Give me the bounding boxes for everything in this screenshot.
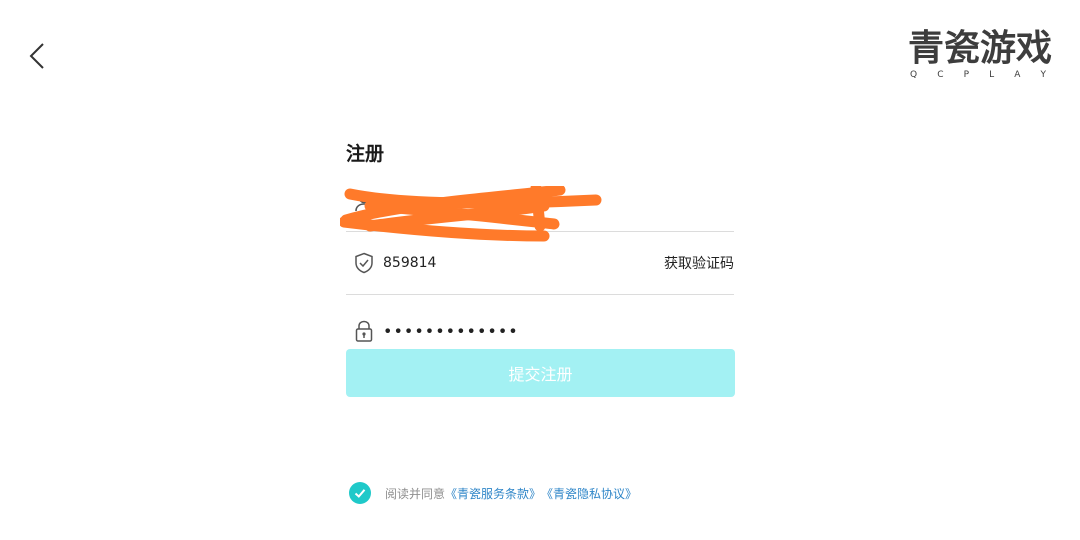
agreement-row: 阅读并同意 《青瓷服务条款》 《青瓷隐私协议》 [349,482,637,504]
logo-letter: L [989,70,997,80]
shield-check-icon [354,252,374,274]
terms-link[interactable]: 《青瓷服务条款》 [445,485,541,502]
check-icon [354,489,366,498]
page-title: 注册 [346,143,385,165]
logo-letter: A [1014,70,1023,80]
register-form: 注册 859814 获取验证码 ••••••••••••• 提交注册 [340,136,735,397]
logo-text: 青瓷游戏 [908,28,1053,69]
verification-code-value[interactable]: 859814 [383,255,436,271]
get-code-button[interactable]: 获取验证码 [664,253,734,273]
password-value[interactable]: ••••••••••••• [383,322,519,341]
back-button[interactable] [22,38,54,74]
logo-letter: C [937,70,946,80]
username-field[interactable] [340,168,734,242]
logo-subtitle: Q C P L A Y [908,70,1050,80]
logo-letter: P [963,70,972,80]
brand-logo: 青瓷游戏 Q C P L A Y [908,28,1053,84]
verification-code-field[interactable]: 859814 获取验证码 [346,232,734,295]
lock-icon [354,320,374,342]
password-field[interactable]: ••••••••••••• [346,295,734,357]
agreement-prefix: 阅读并同意 [385,486,446,501]
logo-letter: Y [1040,70,1048,80]
chevron-left-icon [29,43,44,69]
privacy-link[interactable]: 《青瓷隐私协议》 [541,485,637,502]
register-page: 青瓷游戏 Q C P L A Y 注册 859814 获取验证码 •••••••… [0,0,1080,540]
logo-letter: Q [910,70,920,80]
agree-checkbox[interactable] [349,482,371,504]
